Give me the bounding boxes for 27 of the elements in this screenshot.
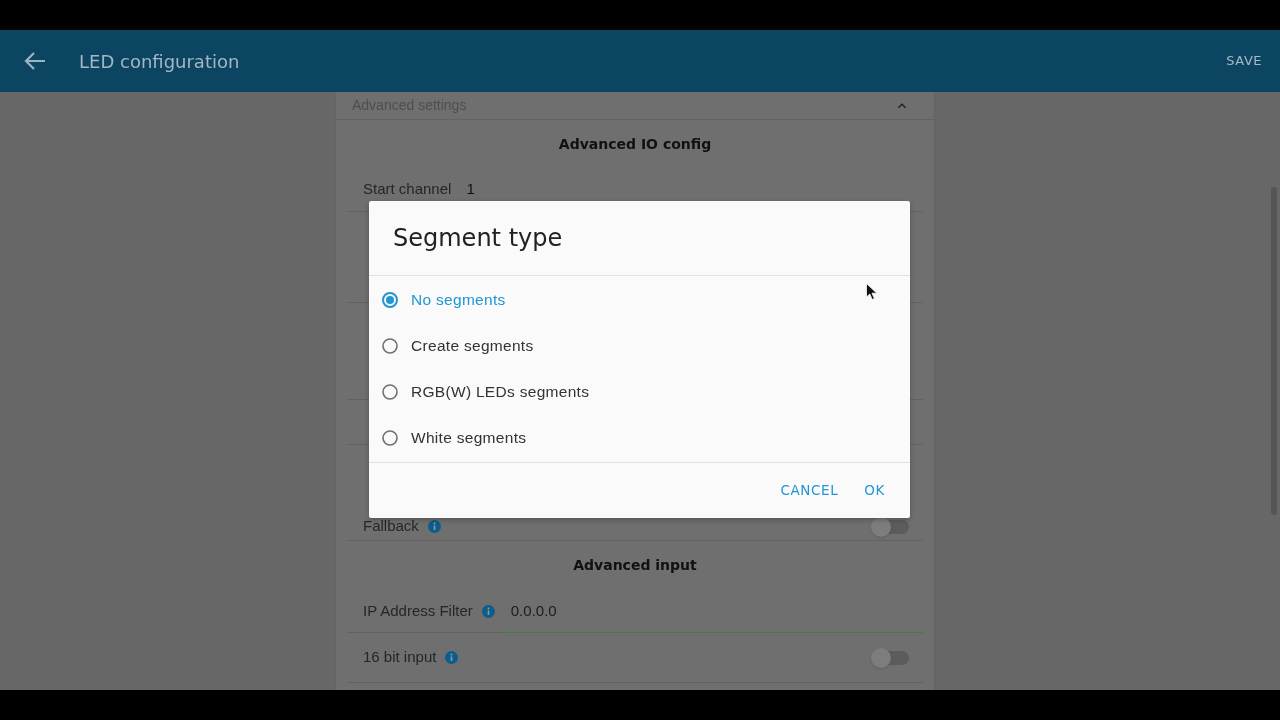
section-heading: Advanced input [572, 556, 698, 575]
info-icon[interactable] [481, 604, 495, 618]
field-value: 1 [466, 179, 475, 200]
field-label: Fallback [363, 516, 419, 537]
radio-option[interactable]: No segments [369, 277, 910, 323]
dialog-button[interactable]: CANCEL [773, 474, 846, 507]
field-label: 16 bit input [363, 647, 437, 668]
page-title: LED configuration [79, 49, 240, 74]
dialog-button[interactable]: OK [857, 474, 892, 507]
mouse-pointer-icon [866, 283, 878, 300]
radio-unselected-icon [382, 430, 398, 446]
field-label: Start channel [363, 179, 452, 200]
radio-option[interactable]: Create segments [369, 323, 910, 369]
dialog-title: Segment type [393, 223, 563, 254]
info-icon[interactable] [427, 520, 441, 533]
section-heading: Advanced IO config [557, 134, 713, 154]
radio-unselected-icon [382, 338, 398, 354]
field-label: IP Address Filter [363, 600, 473, 621]
info-icon[interactable] [445, 651, 459, 664]
radio-option[interactable]: RGB(W) LEDs segments [369, 369, 910, 415]
radio-option[interactable]: White segments [369, 415, 910, 461]
toggle-switch[interactable] [871, 647, 909, 668]
save-button[interactable]: SAVE [1224, 47, 1264, 75]
radio-selected-icon [382, 292, 398, 308]
back-arrow-icon[interactable] [24, 51, 46, 71]
input-field[interactable]: 0.0.0.0 [502, 590, 923, 633]
radio-unselected-icon [382, 384, 398, 400]
